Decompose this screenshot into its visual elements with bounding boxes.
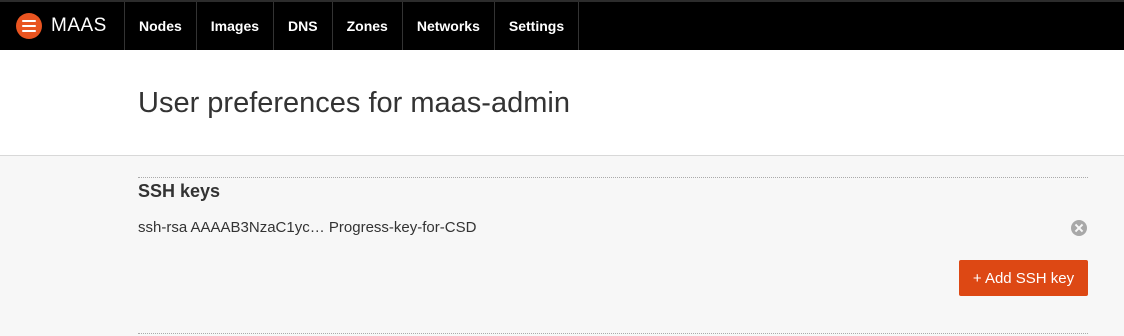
ssh-keys-section: SSH keys ssh-rsa AAAAB3NzaC1yc… Progress… xyxy=(138,177,1088,296)
nav-item-zones[interactable]: Zones xyxy=(333,2,403,50)
ssh-key-row: ssh-rsa AAAAB3NzaC1yc… Progress-key-for-… xyxy=(138,218,1088,240)
add-ssh-key-button[interactable]: + Add SSH key xyxy=(959,260,1088,296)
maas-logo-icon xyxy=(16,13,42,39)
nav-item-networks[interactable]: Networks xyxy=(403,2,495,50)
nav-item-settings[interactable]: Settings xyxy=(495,2,580,50)
ssh-key-text: ssh-rsa AAAAB3NzaC1yc… Progress-key-for-… xyxy=(138,219,477,236)
page-header: User preferences for maas-admin xyxy=(0,50,1124,156)
nav-item-images[interactable]: Images xyxy=(197,2,275,50)
brand-name: MAAS xyxy=(51,15,107,36)
brand-link[interactable]: MAAS xyxy=(0,2,125,50)
remove-circle-icon[interactable] xyxy=(1071,220,1087,236)
top-navigation-bar: MAAS Nodes Images DNS Zones Networks Set… xyxy=(0,0,1124,50)
nav-item-nodes[interactable]: Nodes xyxy=(125,2,197,50)
section-divider xyxy=(138,333,1088,334)
ssh-keys-title: SSH keys xyxy=(138,181,221,201)
page-title: User preferences for maas-admin xyxy=(138,87,570,119)
nav-item-dns[interactable]: DNS xyxy=(274,2,333,50)
